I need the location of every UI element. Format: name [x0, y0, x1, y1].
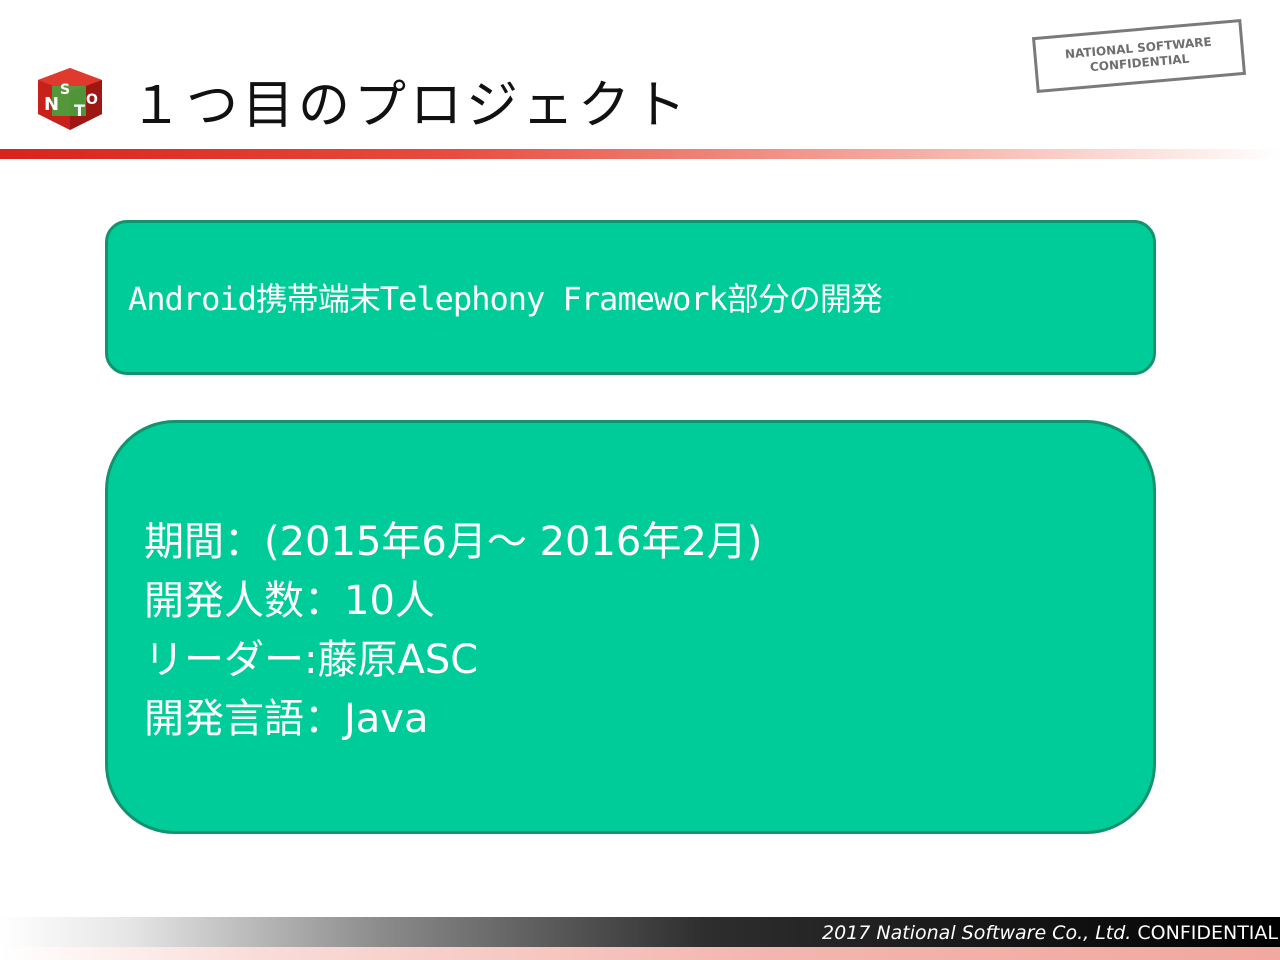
detail-language: 開発言語：Java [144, 696, 429, 742]
svg-text:T: T [74, 101, 85, 120]
svg-text:O: O [86, 92, 98, 108]
project-summary-box: Android携帯端末Telephony Framework部分の開発 [105, 220, 1156, 375]
detail-team-size: 開発人数：10人 [144, 578, 435, 624]
footer-rule [0, 947, 1280, 960]
title-underline [0, 149, 1280, 159]
svg-text:N: N [44, 94, 59, 115]
detail-leader: リーダー:藤原ASC [144, 637, 479, 683]
project-details-box: 期間：(2015年6月～ 2016年2月) 開発人数：10人 リーダー:藤原AS… [105, 420, 1156, 834]
project-details-list: 期間：(2015年6月～ 2016年2月) 開発人数：10人 リーダー:藤原AS… [144, 513, 762, 749]
detail-period: 期間：(2015年6月～ 2016年2月) [144, 519, 763, 565]
confidential-stamp: NATIONAL SOFTWARE CONFIDENTIAL [1031, 18, 1247, 94]
footer-text: 2017 National Software Co., Ltd. CONFIDE… [822, 920, 1278, 946]
svg-text:S: S [60, 82, 70, 98]
footer-confidential: CONFIDENTIAL [1137, 922, 1278, 944]
footer-copyright: 2017 National Software Co., Ltd. [822, 922, 1132, 944]
project-summary-text: Android携帯端末Telephony Framework部分の開発 [128, 280, 883, 318]
company-logo: N S T O [38, 68, 102, 130]
page-title: １つ目のプロジェクト [130, 76, 691, 136]
